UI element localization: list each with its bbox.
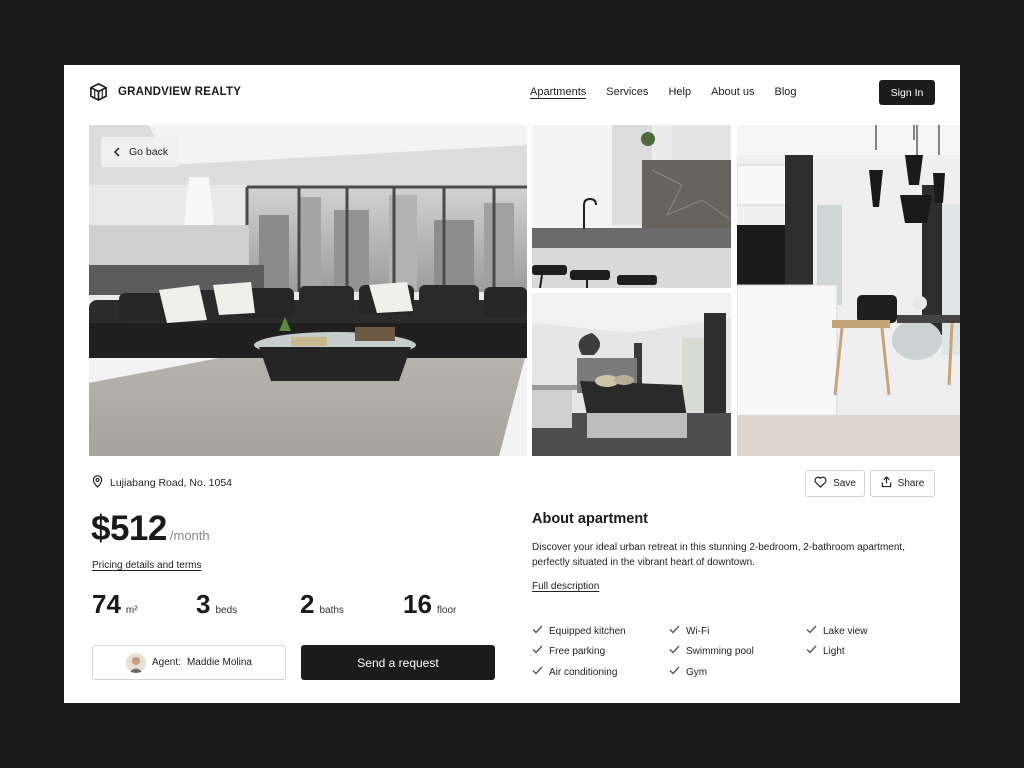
amenity-equipped-kitchen: Equipped kitchen: [532, 625, 626, 637]
sign-in-button[interactable]: Sign In: [879, 80, 935, 105]
nav-services[interactable]: Services: [606, 86, 648, 98]
check-icon: [669, 625, 680, 637]
amenity-air-conditioning: Air conditioning: [532, 666, 617, 678]
share-label: Share: [897, 478, 925, 489]
about-description: Discover your ideal urban retreat in thi…: [532, 542, 905, 568]
avatar: [126, 652, 147, 673]
agent-prefix: Agent:: [152, 657, 181, 668]
go-back-button[interactable]: Go back: [101, 137, 179, 167]
nav-blog[interactable]: Blog: [774, 86, 796, 98]
amenity-wifi: Wi-Fi: [669, 625, 709, 637]
stat-floor-unit: floor: [436, 605, 457, 616]
stat-area: 74 m²: [92, 589, 138, 620]
heart-icon: [814, 476, 827, 491]
brand-name: GRANDVIEW REALTY: [118, 85, 242, 98]
go-back-label: Go back: [129, 146, 169, 158]
price-value: $512: [91, 509, 167, 548]
amenity-label: Wi-Fi: [686, 625, 710, 637]
stat-beds-value: 3: [196, 589, 211, 619]
full-description-link[interactable]: Full description: [532, 581, 599, 592]
listing-card: GRANDVIEW REALTY Apartments Services Hel…: [64, 65, 960, 703]
amenity-label: Equipped kitchen: [549, 625, 626, 637]
amenity-label: Air conditioning: [549, 666, 618, 678]
check-icon: [532, 666, 543, 678]
amenity-label: Gym: [686, 666, 708, 678]
agent-name: Maddie Molina: [186, 657, 252, 668]
nav-apartments[interactable]: Apartments: [530, 86, 586, 98]
stat-beds: 3 beds: [196, 589, 237, 620]
cube-logo-icon: [89, 82, 108, 101]
stat-baths: 2 baths: [300, 589, 344, 620]
stat-floor-value: 16: [403, 589, 432, 619]
share-icon: [881, 476, 892, 491]
brand-logo[interactable]: GRANDVIEW REALTY: [89, 82, 241, 101]
pricing-details-link[interactable]: Pricing details and terms: [92, 560, 202, 571]
amenity-label: Light: [823, 645, 845, 657]
share-button[interactable]: Share: [870, 470, 935, 497]
amenity-label: Free parking: [549, 645, 606, 657]
stat-baths-value: 2: [300, 589, 315, 619]
amenity-label: Lake view: [823, 625, 868, 637]
bedroom-photo[interactable]: [532, 293, 731, 456]
nav-about-us[interactable]: About us: [711, 86, 754, 98]
dining-room-photo[interactable]: [737, 125, 960, 456]
stat-area-unit: m²: [125, 605, 138, 616]
amenity-lake-view: Lake view: [806, 625, 867, 637]
amenity-label: Swimming pool: [686, 645, 754, 657]
chevron-left-icon: [113, 147, 121, 157]
kitchen-photo[interactable]: [532, 125, 731, 288]
nav-help[interactable]: Help: [668, 86, 691, 98]
price: $512 /month: [91, 509, 210, 549]
stat-beds-unit: beds: [215, 605, 238, 616]
check-icon: [806, 625, 817, 637]
save-button[interactable]: Save: [805, 470, 865, 497]
amenity-gym: Gym: [669, 666, 707, 678]
about-title: About apartment: [532, 511, 648, 527]
check-icon: [532, 625, 543, 637]
price-period: /month: [169, 528, 210, 543]
main-nav: Apartments Services Help About us Blog: [530, 86, 797, 98]
address: Lujiabang Road, No. 1054: [92, 475, 232, 491]
map-pin-icon: [92, 475, 103, 491]
check-icon: [532, 645, 543, 657]
stat-floor: 16 floor: [403, 589, 456, 620]
agent-button[interactable]: Agent: Maddie Molina: [92, 645, 286, 680]
save-label: Save: [833, 478, 856, 489]
living-room-photo[interactable]: Go back: [89, 125, 527, 456]
send-request-button[interactable]: Send a request: [301, 645, 495, 680]
check-icon: [669, 645, 680, 657]
amenity-swimming-pool: Swimming pool: [669, 645, 754, 657]
stat-baths-unit: baths: [319, 605, 344, 616]
amenity-free-parking: Free parking: [532, 645, 605, 657]
stat-area-value: 74: [92, 589, 121, 619]
amenity-light: Light: [806, 645, 845, 657]
check-icon: [806, 645, 817, 657]
check-icon: [669, 666, 680, 678]
address-text: Lujiabang Road, No. 1054: [110, 477, 233, 489]
